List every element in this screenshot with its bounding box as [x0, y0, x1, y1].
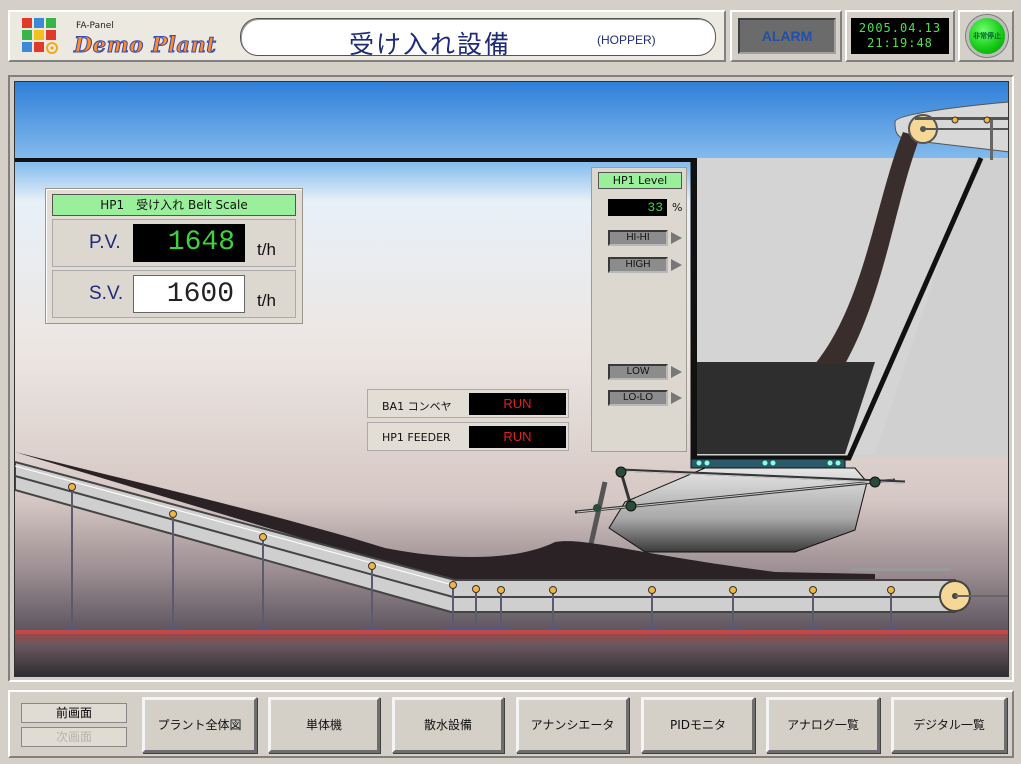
emergency-stop-button[interactable]: 非常停止 — [966, 15, 1008, 57]
logo-subtitle: FA-Panel — [76, 21, 114, 31]
nav-digital-list-button[interactable]: デジタル一覧 — [891, 697, 1007, 753]
lolo-indicator: LO-LO — [608, 390, 668, 406]
belt-scale-panel: HP1 受け入れ Belt Scale P.V. 1648 t/h S.V. 1… — [45, 188, 303, 324]
high-arrow-icon — [671, 259, 682, 271]
pv-label: P.V. — [89, 232, 121, 253]
hihi-arrow-icon — [671, 232, 682, 244]
hopper-level-panel: HP1 Level 33 % HI-HI HIGH LOW LO-LO — [591, 167, 687, 452]
lolo-arrow-icon — [671, 392, 682, 404]
conveyor-run-value: RUN — [469, 393, 566, 415]
next-screen-button[interactable]: 次画面 — [21, 727, 127, 747]
nav-plant-overview-button[interactable]: プラント全体図 — [142, 697, 257, 753]
pv-row: P.V. 1648 t/h — [52, 219, 296, 267]
hopper-scene-graphic — [15, 82, 1008, 676]
sv-input[interactable]: 1600 — [133, 275, 245, 313]
screen-title-box: 受け入れ設備 (HOPPER) — [240, 18, 716, 59]
feeder-run-value: RUN — [469, 426, 566, 448]
low-arrow-icon — [671, 366, 682, 378]
conveyor-label: BA1 コンベヤ — [382, 400, 452, 413]
pv-value: 1648 — [133, 224, 245, 262]
logo-title: Demo Plant — [73, 32, 217, 58]
process-scene — [14, 81, 1009, 677]
clock-time: 21:19:48 — [867, 36, 933, 50]
high-indicator: HIGH — [608, 257, 668, 273]
feeder-label: HP1 FEEDER — [382, 431, 451, 444]
belt-scale-title: HP1 受け入れ Belt Scale — [52, 194, 296, 216]
level-title: HP1 Level — [598, 172, 682, 189]
fa-panel-logo-icon — [22, 18, 58, 54]
prev-screen-button[interactable]: 前画面 — [21, 703, 127, 723]
sv-label: S.V. — [89, 283, 124, 304]
conveyor-status: BA1 コンベヤ RUN — [367, 389, 569, 418]
low-indicator: LOW — [608, 364, 668, 380]
sv-unit: t/h — [257, 291, 276, 310]
clock-date: 2005.04.13 — [858, 21, 942, 35]
nav-analog-list-button[interactable]: アナログ一覧 — [766, 697, 880, 753]
header-bar: FA-Panel Demo Plant 受け入れ設備 (HOPPER) — [8, 10, 726, 62]
clock-panel: 2005.04.13 21:19:48 — [845, 10, 955, 62]
alarm-panel: ALARM — [730, 10, 842, 62]
nav-pid-monitor-button[interactable]: PIDモニタ — [641, 697, 755, 753]
nav-unit-machine-button[interactable]: 単体機 — [268, 697, 380, 753]
feeder-status: HP1 FEEDER RUN — [367, 422, 569, 451]
clock-display: 2005.04.13 21:19:48 — [851, 18, 949, 54]
level-unit: % — [672, 201, 683, 214]
screen-title: 受け入れ設備 — [349, 30, 512, 59]
hmi-screen: FA-Panel Demo Plant 受け入れ設備 (HOPPER) ALAR… — [0, 0, 1021, 764]
alarm-button[interactable]: ALARM — [738, 18, 836, 54]
nav-sprinkler-button[interactable]: 散水設備 — [392, 697, 504, 753]
estop-panel: 非常停止 — [958, 10, 1014, 62]
sv-row: S.V. 1600 t/h — [52, 270, 296, 318]
pv-unit: t/h — [257, 240, 276, 259]
nav-annunciator-button[interactable]: アナンシエータ — [516, 697, 629, 753]
level-value: 33 — [608, 199, 667, 216]
screen-title-en: (HOPPER) — [597, 33, 656, 47]
hihi-indicator: HI-HI — [608, 230, 668, 246]
